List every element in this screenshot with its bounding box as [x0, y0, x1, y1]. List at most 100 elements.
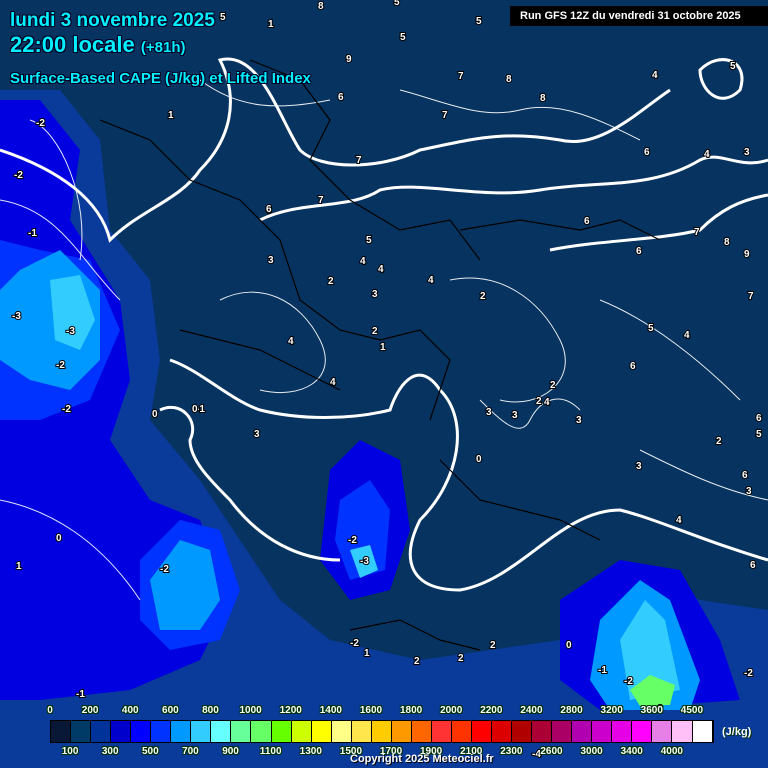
li-contour-label: 6	[584, 216, 590, 227]
li-contour-label: 1	[364, 648, 370, 659]
li-contour-label: 3	[746, 486, 752, 497]
legend-swatch	[131, 721, 152, 742]
li-contour-label: 3	[636, 461, 642, 472]
legend-swatch	[311, 721, 332, 742]
li-contour-label: 4	[684, 330, 690, 341]
li-contour-label: 6	[750, 560, 756, 571]
li-contour-label: 3	[254, 429, 260, 440]
legend-swatch	[552, 721, 573, 742]
li-contour-label: -3	[12, 311, 21, 322]
legend-swatch	[612, 721, 633, 742]
li-contour-label: 1	[268, 19, 274, 30]
li-contour-label: 7	[318, 195, 324, 206]
li-contour-label: 1	[168, 110, 174, 121]
legend-swatch	[692, 721, 713, 742]
cape-map: -2-2-1-3-3-2-2 00-101 -2-2-3-1-212 22 0-1-2-…	[0, 0, 768, 768]
legend-label-bottom: 2600	[540, 746, 563, 757]
legend-label-top: 2000	[440, 705, 463, 716]
legend-swatch	[351, 721, 372, 742]
li-contour-label: 2	[536, 396, 542, 407]
legend-swatch	[111, 721, 132, 742]
legend-label-bottom: 900	[222, 746, 239, 757]
li-contour-label: 4	[676, 515, 682, 526]
legend-swatch	[672, 721, 693, 742]
legend-label-top: 800	[202, 705, 219, 716]
legend-swatch	[652, 721, 673, 742]
li-contour-label: 1	[380, 342, 386, 353]
legend-swatch	[91, 721, 112, 742]
li-contour-label: 2	[716, 436, 722, 447]
li-contour-label: -2	[56, 360, 65, 371]
li-contour-label: 7	[356, 155, 362, 166]
li-contour-label: 8	[318, 1, 324, 12]
li-contour-label: 8	[540, 93, 546, 104]
li-contour-label: -3	[360, 556, 369, 567]
li-contour-label: 3	[576, 415, 582, 426]
legend-label-top: 400	[121, 705, 139, 716]
li-contour-label: 5	[394, 0, 400, 8]
li-contour-label: 3	[372, 289, 378, 300]
li-contour-label: 3	[268, 255, 274, 266]
li-contour-label: -2	[62, 404, 71, 415]
li-contour-label: 5	[366, 235, 372, 246]
legend-swatch	[51, 721, 72, 742]
legend-swatch	[632, 721, 653, 742]
li-contour-label: 6	[266, 204, 272, 215]
legend-swatch	[251, 721, 272, 742]
legend-swatch	[492, 721, 513, 742]
li-contour-label: 6	[644, 147, 650, 158]
legend-swatch	[211, 721, 232, 742]
li-contour-label: 4	[704, 149, 710, 160]
legend-swatch	[391, 721, 412, 742]
li-contour-label: 2	[480, 291, 486, 302]
li-contour-label: 9	[346, 54, 352, 65]
legend-label-top: 600	[162, 705, 179, 716]
li-contour-label: 9	[744, 249, 750, 260]
li-contour-label: -2	[160, 564, 169, 575]
li-contour-label: -1	[28, 228, 37, 239]
legend-swatch	[191, 721, 212, 742]
legend-swatch	[291, 721, 312, 742]
legend-label-top: 1600	[359, 705, 383, 716]
legend-label-bottom: 700	[182, 746, 199, 757]
legend-label-top: 1800	[399, 705, 423, 716]
li-contour-label: -1	[598, 665, 607, 676]
legend-label-bottom: 3000	[580, 746, 603, 757]
li-contour-label: 2	[458, 653, 464, 664]
legend-label-bottom: 1300	[299, 746, 322, 757]
legend-swatch	[572, 721, 593, 742]
li-contour-label: 5	[730, 61, 736, 72]
legend-label-bottom: 100	[61, 746, 79, 757]
li-contour-label: 0	[476, 454, 482, 465]
legend-label-top: 3200	[600, 705, 623, 716]
li-contour-label: -2	[36, 118, 45, 129]
li-contour-label: 2	[550, 380, 556, 391]
li-contour-label: -2	[14, 170, 23, 181]
legend-swatch	[532, 721, 553, 742]
li-contour-label: -2	[744, 668, 753, 679]
legend-label-top: 2800	[560, 705, 583, 716]
li-contour-label: 2	[490, 640, 496, 651]
run-info: Run GFS 12Z du vendredi 31 octobre 2025	[510, 6, 768, 26]
li-contour-label: 0	[192, 404, 198, 415]
lead-time: (+81h)	[140, 39, 186, 56]
legend-label-bottom: 4000	[660, 746, 683, 757]
li-contour-label: 0	[56, 533, 62, 544]
li-contour-label: 4	[288, 336, 294, 347]
li-contour-label: 4	[428, 275, 434, 286]
li-contour-label: 2	[372, 326, 378, 337]
legend-swatch	[512, 721, 533, 742]
legend-swatch	[431, 721, 452, 742]
li-contour-label: 5	[756, 429, 762, 440]
li-contour-label: 4	[330, 377, 336, 388]
legend-swatch	[331, 721, 352, 742]
legend-label-top: 1200	[279, 705, 302, 716]
legend-label-top: 2400	[520, 705, 543, 716]
li-contour-label: 4	[652, 70, 658, 81]
copyright: Copyright 2025 Meteociel.fr	[350, 753, 494, 765]
li-contour-label: -1	[76, 689, 85, 700]
legend-label-top: 3600	[640, 705, 663, 716]
li-contour-label: 5	[220, 12, 226, 23]
local-time: 22:00 locale	[10, 32, 135, 57]
li-contour-label: 4	[378, 264, 384, 275]
